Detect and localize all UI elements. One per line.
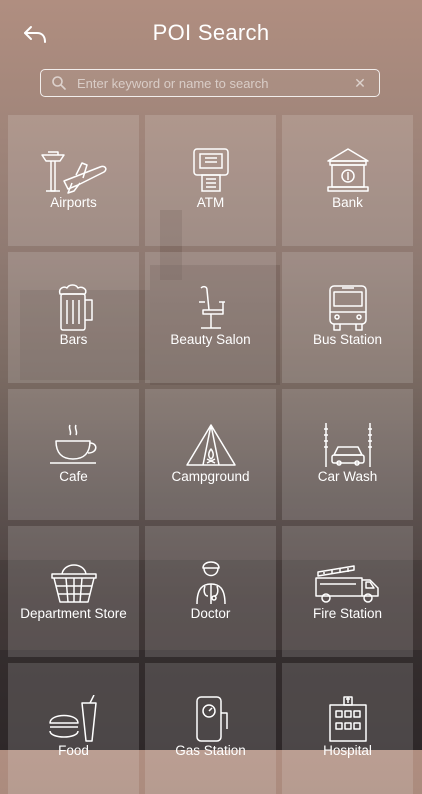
category-label: Gas Station bbox=[175, 743, 246, 758]
search-icon bbox=[52, 76, 66, 90]
fire-truck-icon bbox=[314, 565, 379, 603]
category-gas-station[interactable]: Gas Station bbox=[145, 663, 276, 794]
atm-icon bbox=[192, 148, 229, 192]
category-food[interactable]: Food bbox=[8, 663, 139, 794]
category-bank[interactable]: Bank bbox=[282, 115, 413, 246]
category-label: Bus Station bbox=[312, 332, 383, 347]
category-label: Cafe bbox=[59, 469, 88, 484]
header-bar: POI Search bbox=[0, 0, 422, 68]
category-label: Fire Station bbox=[312, 606, 383, 621]
doctor-icon bbox=[195, 561, 226, 605]
category-bus-station[interactable]: Bus Station bbox=[282, 252, 413, 383]
clear-search-button[interactable]: ✕ bbox=[351, 75, 369, 92]
tent-icon bbox=[185, 424, 236, 466]
category-hospital[interactable]: Hospital bbox=[282, 663, 413, 794]
category-label: Bars bbox=[59, 332, 88, 347]
hospital-icon bbox=[328, 696, 367, 742]
fast-food-icon bbox=[48, 695, 97, 742]
category-label: Food bbox=[58, 743, 89, 758]
category-label: Department Store bbox=[20, 606, 127, 621]
bank-icon bbox=[326, 148, 369, 192]
category-fire-station[interactable]: Fire Station bbox=[282, 526, 413, 657]
category-label: Beauty Salon bbox=[170, 332, 251, 347]
category-label: Bank bbox=[332, 195, 363, 210]
bus-icon bbox=[328, 285, 367, 331]
category-atm[interactable]: ATM bbox=[145, 115, 276, 246]
category-airports[interactable]: Airports bbox=[8, 115, 139, 246]
category-cafe[interactable]: Cafe bbox=[8, 389, 139, 520]
search-input[interactable] bbox=[75, 74, 351, 92]
category-label: Airports bbox=[50, 195, 97, 210]
category-department-store[interactable]: Department Store bbox=[8, 526, 139, 657]
search-box: ✕ bbox=[40, 69, 380, 97]
category-grid: Airports ATM Bank Bars Beauty Salon Bus … bbox=[8, 115, 414, 794]
category-label: Car Wash bbox=[317, 469, 378, 484]
gas-pump-icon bbox=[195, 696, 228, 742]
beer-icon bbox=[58, 284, 93, 331]
category-label: Campground bbox=[171, 469, 250, 484]
category-label: Doctor bbox=[190, 606, 231, 621]
category-label: Hospital bbox=[323, 743, 372, 758]
page-title: POI Search bbox=[152, 20, 270, 45]
airport-icon bbox=[40, 151, 107, 194]
coffee-cup-icon bbox=[49, 424, 96, 464]
category-bars[interactable]: Bars bbox=[8, 252, 139, 383]
car-wash-icon bbox=[323, 423, 372, 467]
basket-icon bbox=[50, 564, 97, 603]
category-label: ATM bbox=[196, 195, 225, 210]
salon-chair-icon bbox=[198, 285, 225, 329]
category-beauty-salon[interactable]: Beauty Salon bbox=[145, 252, 276, 383]
category-car-wash[interactable]: Car Wash bbox=[282, 389, 413, 520]
category-campground[interactable]: Campground bbox=[145, 389, 276, 520]
category-doctor[interactable]: Doctor bbox=[145, 526, 276, 657]
